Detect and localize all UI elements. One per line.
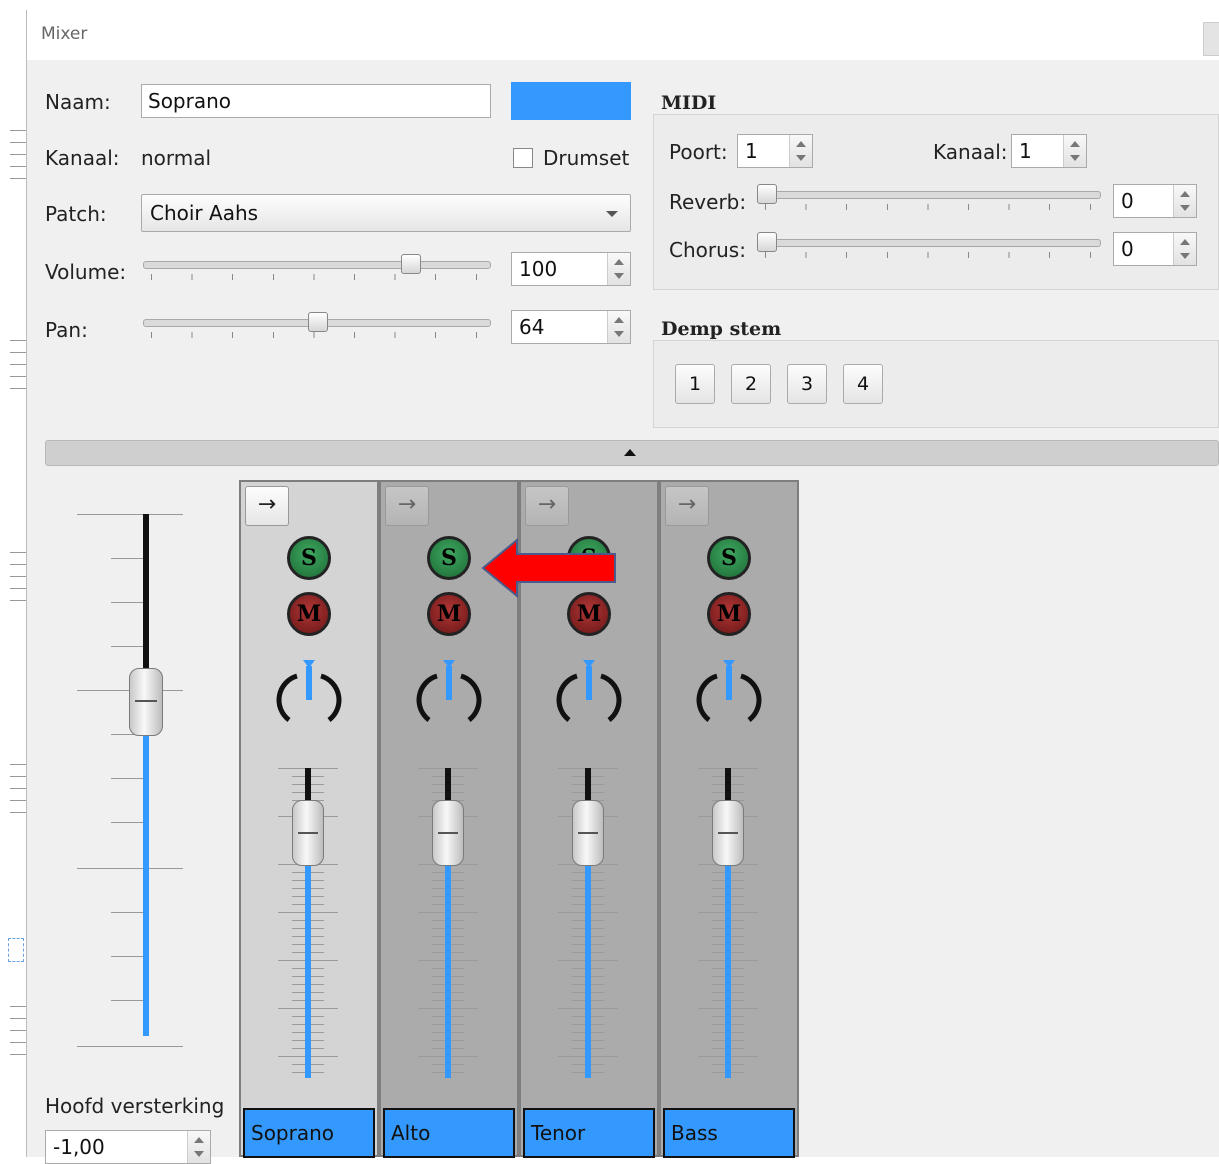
pan-knob[interactable] bbox=[275, 658, 343, 736]
solo-button[interactable]: S bbox=[287, 536, 331, 580]
mixer-window: Mixer Naam: Soprano Kanaal: normal Drums… bbox=[26, 10, 1219, 1164]
mute-voice-2-button[interactable]: 2 bbox=[731, 364, 771, 404]
mute-voice-1-button[interactable]: 1 bbox=[675, 364, 715, 404]
channel-value: normal bbox=[141, 146, 212, 170]
name-input[interactable]: Soprano bbox=[141, 84, 491, 118]
channel-strip-bass[interactable]: → S M Bass bbox=[659, 480, 799, 1158]
mute-button[interactable]: M bbox=[427, 592, 471, 636]
mute-button[interactable]: M bbox=[707, 592, 751, 636]
pan-spinbox[interactable]: 64 bbox=[511, 310, 631, 344]
mute-button[interactable]: M bbox=[567, 592, 611, 636]
pan-value: 64 bbox=[519, 315, 545, 339]
reverb-stepper[interactable] bbox=[1173, 185, 1196, 217]
channel-name-label[interactable]: Soprano bbox=[243, 1108, 375, 1158]
chorus-label: Chorus: bbox=[669, 238, 746, 262]
master-gain-label: Hoofd versterking bbox=[45, 1094, 225, 1118]
reverb-label: Reverb: bbox=[669, 190, 747, 214]
patch-select-value: Choir Aahs bbox=[150, 201, 259, 225]
name-label: Naam: bbox=[45, 90, 111, 114]
chorus-slider-handle[interactable] bbox=[757, 232, 777, 252]
pan-slider[interactable] bbox=[143, 312, 491, 340]
close-button[interactable] bbox=[1203, 22, 1219, 56]
reverb-slider-handle[interactable] bbox=[757, 184, 777, 204]
caret-up-icon bbox=[624, 449, 636, 456]
volume-fader[interactable] bbox=[241, 768, 377, 1078]
master-gain-stepper[interactable] bbox=[187, 1131, 210, 1163]
master-fader-level bbox=[143, 706, 149, 1036]
drumset-checkbox[interactable] bbox=[513, 148, 533, 168]
expand-details-button[interactable]: → bbox=[525, 486, 569, 526]
volume-value: 100 bbox=[519, 257, 558, 281]
reverb-value: 0 bbox=[1121, 189, 1134, 213]
volume-fader-handle[interactable] bbox=[572, 800, 604, 866]
pan-stepper[interactable] bbox=[607, 311, 630, 343]
mute-voice-4-button[interactable]: 4 bbox=[843, 364, 883, 404]
port-spinbox[interactable]: 1 bbox=[737, 134, 813, 168]
drumset-label: Drumset bbox=[543, 146, 630, 170]
midi-channel-spinbox[interactable]: 1 bbox=[1011, 134, 1087, 168]
window-title: Mixer bbox=[41, 24, 88, 44]
chorus-slider[interactable] bbox=[757, 232, 1101, 260]
midi-group-title: MIDI bbox=[661, 92, 723, 114]
pan-knob[interactable] bbox=[695, 658, 763, 736]
volume-stepper[interactable] bbox=[607, 253, 630, 285]
solo-button[interactable]: S bbox=[707, 536, 751, 580]
pan-knob[interactable] bbox=[415, 658, 483, 736]
details-collapse-bar[interactable] bbox=[45, 440, 1219, 466]
title-bar: Mixer bbox=[27, 10, 1219, 60]
chorus-value: 0 bbox=[1121, 237, 1134, 261]
volume-fader-handle[interactable] bbox=[712, 800, 744, 866]
channel-name-label[interactable]: Tenor bbox=[523, 1108, 655, 1158]
volume-spinbox[interactable]: 100 bbox=[511, 252, 631, 286]
left-ruler bbox=[0, 0, 26, 1157]
expand-details-button[interactable]: → bbox=[665, 486, 709, 526]
mute-voice-3-button[interactable]: 3 bbox=[787, 364, 827, 404]
pan-knob[interactable] bbox=[555, 658, 623, 736]
master-gain-value: -1,00 bbox=[53, 1135, 105, 1159]
volume-slider-handle[interactable] bbox=[401, 254, 422, 274]
volume-slider[interactable] bbox=[143, 254, 491, 282]
volume-fader-handle[interactable] bbox=[432, 800, 464, 866]
mute-voice-title: Demp stem bbox=[661, 318, 788, 340]
volume-fader[interactable] bbox=[381, 768, 517, 1078]
red-arrow-left-icon bbox=[481, 538, 616, 598]
pan-label: Pan: bbox=[45, 318, 88, 342]
volume-fader[interactable] bbox=[521, 768, 657, 1078]
expand-details-button[interactable]: → bbox=[385, 486, 429, 526]
midi-channel-label: Kanaal: bbox=[933, 140, 1008, 164]
chorus-stepper[interactable] bbox=[1173, 233, 1196, 265]
volume-fader[interactable] bbox=[661, 768, 797, 1078]
solo-button[interactable]: S bbox=[427, 536, 471, 580]
chevron-down-icon bbox=[606, 211, 618, 217]
midi-channel-value: 1 bbox=[1019, 139, 1032, 163]
master-fader-handle[interactable] bbox=[129, 668, 163, 736]
port-value: 1 bbox=[745, 139, 758, 163]
volume-fader-handle[interactable] bbox=[292, 800, 324, 866]
channel-name-label[interactable]: Bass bbox=[663, 1108, 795, 1158]
master-gain-spinbox[interactable]: -1,00 bbox=[45, 1130, 211, 1164]
color-swatch[interactable] bbox=[511, 82, 631, 120]
channel-name-label[interactable]: Alto bbox=[383, 1108, 515, 1158]
expand-details-button[interactable]: → bbox=[245, 486, 289, 526]
reverb-spinbox[interactable]: 0 bbox=[1113, 184, 1197, 218]
volume-label: Volume: bbox=[45, 260, 127, 284]
reverb-slider[interactable] bbox=[757, 184, 1101, 212]
patch-label: Patch: bbox=[45, 202, 107, 226]
channel-label: Kanaal: bbox=[45, 146, 120, 170]
chorus-spinbox[interactable]: 0 bbox=[1113, 232, 1197, 266]
channel-strip-soprano[interactable]: → S M Soprano bbox=[239, 480, 379, 1158]
port-label: Poort: bbox=[669, 140, 728, 164]
port-stepper[interactable] bbox=[789, 135, 812, 167]
master-gain-fader[interactable] bbox=[45, 496, 243, 1056]
midi-channel-stepper[interactable] bbox=[1063, 135, 1086, 167]
mute-button[interactable]: M bbox=[287, 592, 331, 636]
patch-select[interactable]: Choir Aahs bbox=[141, 194, 631, 232]
pan-slider-handle[interactable] bbox=[308, 312, 329, 332]
